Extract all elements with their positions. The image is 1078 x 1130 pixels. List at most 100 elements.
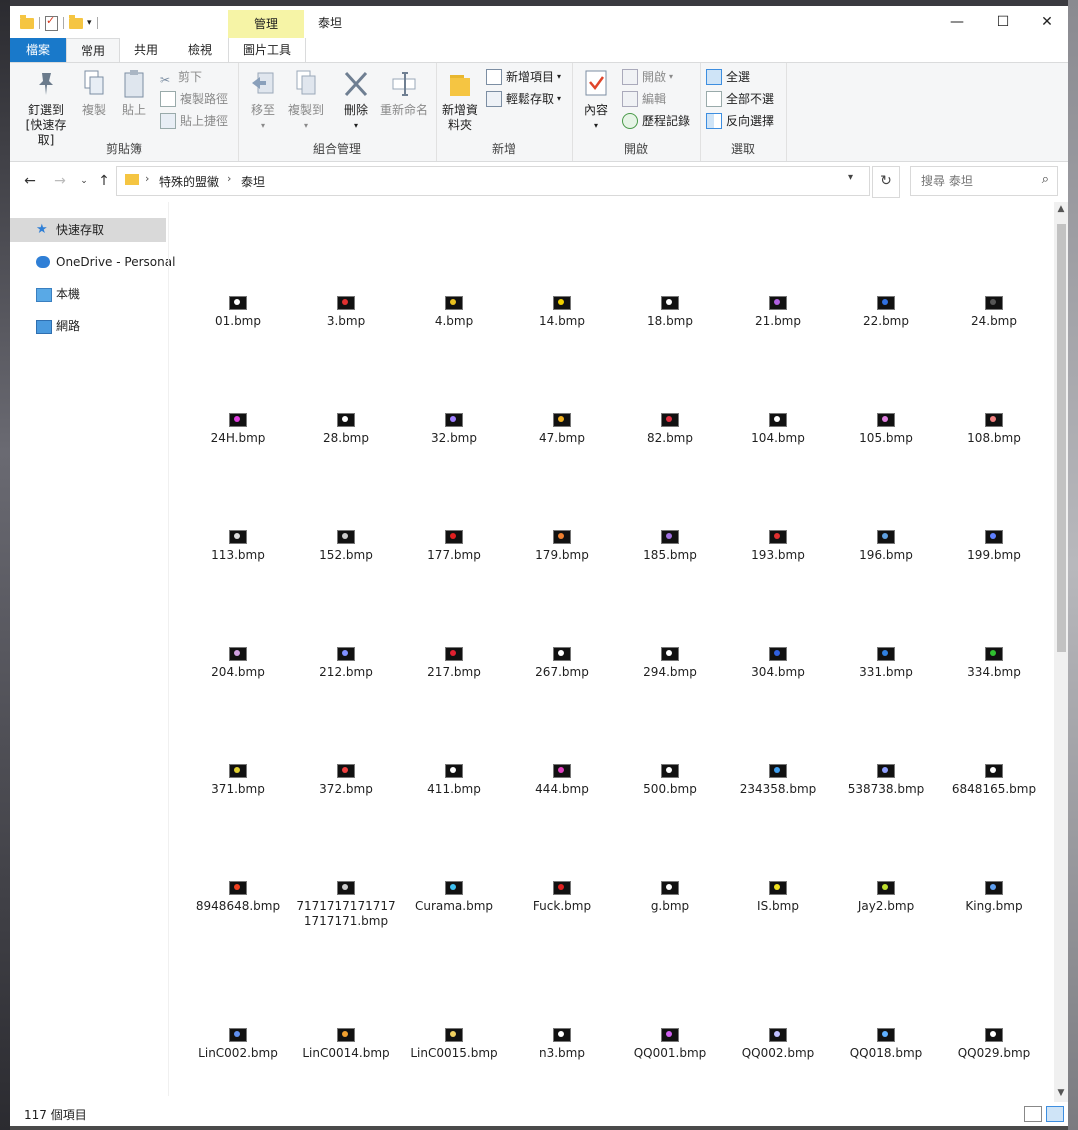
file-item[interactable]: 234358.bmp — [726, 764, 830, 797]
file-item[interactable]: 01.bmp — [186, 296, 290, 329]
up-button[interactable]: ↑ — [94, 170, 114, 192]
new-item-button[interactable]: 新增項目 ▾ — [486, 67, 561, 87]
file-item[interactable]: 294.bmp — [618, 647, 722, 680]
file-item[interactable]: 113.bmp — [186, 530, 290, 563]
file-item[interactable]: 108.bmp — [942, 413, 1046, 446]
copy-to-button[interactable]: 複製到 ▾ — [286, 69, 326, 133]
select-none-button[interactable]: 全部不選 — [706, 89, 774, 109]
file-item[interactable]: QQ001.bmp — [618, 1028, 722, 1061]
file-item[interactable]: 444.bmp — [510, 764, 614, 797]
vertical-scrollbar[interactable]: ▲ ▼ — [1054, 202, 1068, 1102]
file-item[interactable]: 152.bmp — [294, 530, 398, 563]
tab-picture-tools[interactable]: 圖片工具 — [228, 38, 306, 62]
minimize-button[interactable]: — — [934, 6, 980, 38]
file-item[interactable]: n3.bmp — [510, 1028, 614, 1061]
context-tab-manage[interactable]: 管理 — [228, 10, 304, 38]
file-item[interactable]: 334.bmp — [942, 647, 1046, 680]
large-icons-view-icon[interactable] — [1046, 1106, 1064, 1122]
scroll-thumb[interactable] — [1057, 224, 1066, 652]
file-item[interactable]: 372.bmp — [294, 764, 398, 797]
delete-button[interactable]: 刪除 ▾ — [338, 69, 374, 133]
file-item[interactable]: 3.bmp — [294, 296, 398, 329]
file-item[interactable]: 104.bmp — [726, 413, 830, 446]
file-item[interactable]: 14.bmp — [510, 296, 614, 329]
file-item[interactable]: 267.bmp — [510, 647, 614, 680]
file-item[interactable]: 304.bmp — [726, 647, 830, 680]
select-all-button[interactable]: 全選 — [706, 67, 750, 87]
copy-path-button[interactable]: 複製路徑 — [160, 89, 228, 109]
file-item[interactable]: 8948648.bmp — [186, 881, 290, 914]
file-item[interactable]: Curama.bmp — [402, 881, 506, 914]
file-item[interactable]: 105.bmp — [834, 413, 938, 446]
search-box[interactable]: ⌕ — [910, 166, 1058, 196]
scroll-up-icon[interactable]: ▲ — [1054, 204, 1068, 214]
file-item[interactable]: 21.bmp — [726, 296, 830, 329]
file-item[interactable]: 331.bmp — [834, 647, 938, 680]
file-item[interactable]: 24.bmp — [942, 296, 1046, 329]
new-folder-icon[interactable] — [69, 14, 83, 29]
recent-locations-icon[interactable]: ⌄ — [74, 170, 94, 192]
tab-home[interactable]: 常用 — [66, 38, 120, 62]
file-item[interactable]: King.bmp — [942, 881, 1046, 914]
refresh-button[interactable]: ↻ — [872, 166, 900, 198]
file-item[interactable]: 538738.bmp — [834, 764, 938, 797]
file-item[interactable]: LinC0015.bmp — [402, 1028, 506, 1061]
file-item[interactable]: 179.bmp — [510, 530, 614, 563]
paste-shortcut-button[interactable]: 貼上捷徑 — [160, 111, 228, 131]
file-item[interactable]: 212.bmp — [294, 647, 398, 680]
file-item[interactable]: IS.bmp — [726, 881, 830, 914]
file-item[interactable]: 4.bmp — [402, 296, 506, 329]
file-item[interactable]: 22.bmp — [834, 296, 938, 329]
easy-access-button[interactable]: 輕鬆存取 ▾ — [486, 89, 561, 109]
file-item[interactable]: LinC002.bmp — [186, 1028, 290, 1061]
rename-button[interactable]: 重新命名 — [378, 69, 430, 118]
tab-view[interactable]: 檢視 — [178, 38, 222, 62]
scroll-down-icon[interactable]: ▼ — [1054, 1088, 1068, 1098]
file-item[interactable]: 199.bmp — [942, 530, 1046, 563]
details-view-icon[interactable] — [1024, 1106, 1042, 1122]
file-item[interactable]: 18.bmp — [618, 296, 722, 329]
file-item[interactable]: 196.bmp — [834, 530, 938, 563]
nav-item-quick-access[interactable]: ★ 快速存取 — [10, 218, 166, 242]
file-item[interactable]: 193.bmp — [726, 530, 830, 563]
new-folder-button[interactable]: 新增資料夾 — [440, 69, 480, 133]
file-item[interactable]: 500.bmp — [618, 764, 722, 797]
file-item[interactable]: 217.bmp — [402, 647, 506, 680]
nav-item-this-pc[interactable]: 本機 — [10, 282, 166, 306]
file-item[interactable]: 71717171717171717171.bmp — [294, 881, 398, 929]
maximize-button[interactable]: ☐ — [980, 6, 1026, 38]
folder-icon[interactable] — [20, 14, 34, 29]
file-item[interactable]: 32.bmp — [402, 413, 506, 446]
tab-file[interactable]: 檔案 — [10, 38, 66, 62]
address-dropdown-icon[interactable]: ▾ — [848, 172, 853, 183]
file-item[interactable]: 82.bmp — [618, 413, 722, 446]
properties-button[interactable]: 內容 ▾ — [578, 69, 614, 133]
breadcrumb-separator-icon[interactable]: › — [145, 172, 149, 185]
nav-item-network[interactable]: 網路 — [10, 314, 166, 338]
close-button[interactable]: ✕ — [1024, 6, 1068, 38]
file-item[interactable]: 28.bmp — [294, 413, 398, 446]
forward-button[interactable]: → — [50, 170, 70, 192]
file-item[interactable]: 6848165.bmp — [942, 764, 1046, 797]
file-item[interactable]: 371.bmp — [186, 764, 290, 797]
file-item[interactable]: 204.bmp — [186, 647, 290, 680]
pin-quick-access-button[interactable]: 釘選到 [快速存取] — [14, 69, 78, 148]
file-item[interactable]: QQ029.bmp — [942, 1028, 1046, 1061]
open-button[interactable]: 開啟 ▾ — [622, 67, 673, 87]
copy-button[interactable]: 複製 — [76, 69, 112, 118]
nav-item-onedrive[interactable]: OneDrive - Personal — [10, 250, 175, 274]
breadcrumb-item[interactable]: 泰坦 — [241, 173, 265, 190]
paste-button[interactable]: 貼上 — [116, 69, 152, 118]
file-item[interactable]: Jay2.bmp — [834, 881, 938, 914]
search-input[interactable] — [919, 173, 1033, 189]
move-to-button[interactable]: 移至 ▾ — [244, 69, 282, 133]
properties-icon[interactable] — [45, 14, 58, 31]
history-button[interactable]: 歷程記錄 — [622, 111, 690, 131]
cut-button[interactable]: ✂ 剪下 — [160, 67, 202, 87]
file-item[interactable]: Fuck.bmp — [510, 881, 614, 914]
address-bar[interactable]: › 特殊的盟徽 › 泰坦 — [116, 166, 870, 196]
file-item[interactable]: 177.bmp — [402, 530, 506, 563]
breadcrumb-separator-icon[interactable]: › — [227, 172, 231, 185]
back-button[interactable]: ← — [20, 170, 40, 192]
file-item[interactable]: LinC0014.bmp — [294, 1028, 398, 1061]
